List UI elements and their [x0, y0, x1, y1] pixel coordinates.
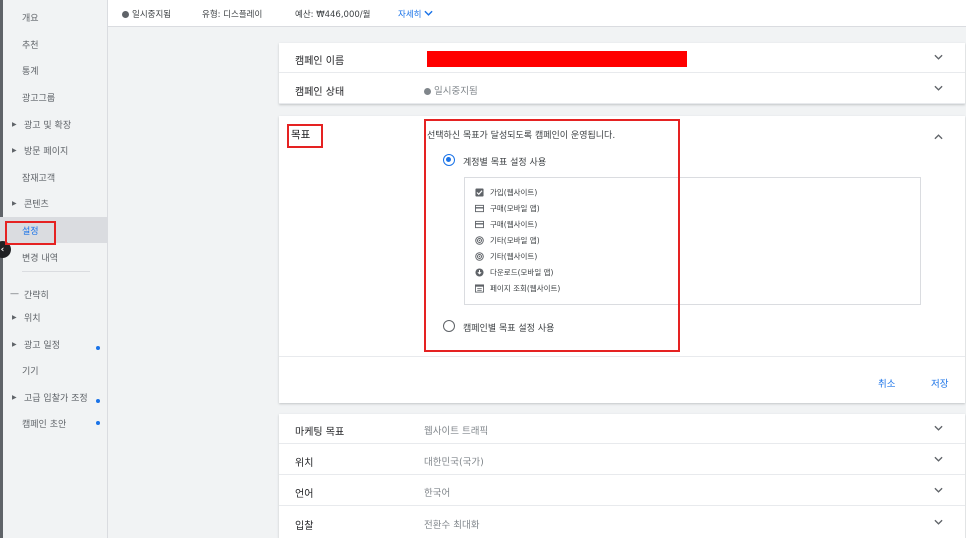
sidebar-item-ads-extensions[interactable]: ▶ 광고 및 확장	[0, 111, 108, 137]
marketing-objective-row[interactable]: 마케팅 목표 웹사이트 트래픽	[279, 414, 965, 444]
setting-value: 한국어	[424, 488, 451, 499]
notification-dot	[96, 399, 100, 403]
pause-icon	[424, 88, 431, 95]
sidebar: 개요 추천 통계 광고그룹 ▶ 광고 및 확장 ▶ 방문 페이지 잠재고객 ▶ 콘텐츠…	[0, 0, 108, 538]
sidebar-item-devices[interactable]: 기기	[0, 357, 108, 383]
sidebar-item-label: 캠페인 초안	[22, 419, 67, 430]
sidebar-item-label: 고급 입찰가 조정	[24, 393, 88, 404]
sidebar-item-label: 기기	[22, 366, 39, 377]
sidebar-item-label: 간략히	[24, 290, 49, 301]
sidebar-item-label: 광고 일정	[24, 340, 60, 351]
highlight-goal-title-box	[287, 124, 323, 148]
campaign-summary-bar: 일시중지됨 유형: 디스플레이 예산: ₩446,000/월 자세히	[108, 0, 966, 27]
language-row[interactable]: 언어 한국어	[279, 476, 965, 506]
campaign-settings-card: 마케팅 목표 웹사이트 트래픽 위치 대한민국(국가) 언어 한국어 입찰 전환…	[279, 414, 965, 538]
caret-right-icon: ▶	[12, 120, 17, 128]
sidebar-item-overview[interactable]: 개요	[0, 4, 108, 30]
sidebar-item-label: 방문 페이지	[24, 146, 69, 157]
save-button[interactable]: 저장	[931, 376, 948, 390]
setting-key: 위치	[295, 458, 314, 469]
campaign-status-key: 캠페인 상태	[295, 87, 345, 98]
sidebar-item-label: 통계	[22, 66, 39, 77]
setting-value: 웹사이트 트래픽	[424, 426, 489, 437]
status-summary: 일시중지됨	[122, 8, 171, 20]
chevron-down-icon	[424, 10, 433, 16]
sidebar-item-label: 광고그룹	[22, 93, 56, 104]
sidebar-item-label: 변경 내역	[22, 253, 58, 264]
caret-right-icon: ▶	[12, 393, 17, 401]
sidebar-item-locations[interactable]: ▶ 위치	[0, 304, 108, 330]
sidebar-item-campaign-drafts[interactable]: 캠페인 초안	[0, 410, 108, 436]
redacted-campaign-name	[427, 51, 687, 67]
sidebar-item-label: 위치	[24, 313, 41, 324]
campaign-name-key: 캠페인 이름	[295, 56, 345, 67]
campaign-status-value: 일시중지됨	[424, 83, 478, 97]
setting-value: 대한민국(국가)	[424, 457, 484, 468]
minus-icon: —	[10, 289, 19, 299]
sidebar-item-label: 개요	[22, 13, 39, 24]
sidebar-item-ad-schedule[interactable]: ▶ 광고 일정	[0, 331, 108, 357]
sidebar-item-label: 잠재고객	[22, 173, 56, 184]
notification-dot	[96, 421, 100, 425]
sidebar-item-change-history[interactable]: 변경 내역	[0, 244, 108, 270]
chevron-up-icon[interactable]	[934, 132, 943, 141]
chevron-down-icon	[934, 85, 943, 91]
sidebar-item-advanced-bid-adjustments[interactable]: ▶ 고급 입찰가 조정	[0, 384, 108, 410]
sidebar-item-recommendations[interactable]: 추천	[0, 31, 108, 57]
chevron-down-icon	[934, 487, 943, 493]
divider	[279, 356, 965, 357]
campaign-status-row[interactable]: 캠페인 상태 일시중지됨	[279, 74, 965, 104]
type-summary: 유형: 디스플레이	[202, 10, 263, 20]
caret-right-icon: ▶	[12, 199, 17, 207]
sidebar-item-content[interactable]: ▶ 콘텐츠	[0, 190, 108, 216]
setting-key: 언어	[295, 489, 314, 500]
sidebar-item-landing-pages[interactable]: ▶ 방문 페이지	[0, 137, 108, 163]
highlight-goal-options-box	[424, 119, 680, 352]
caret-right-icon: ▶	[12, 313, 17, 321]
sidebar-item-label: 추천	[22, 40, 39, 51]
notification-dot	[96, 346, 100, 350]
highlight-settings-box	[5, 221, 56, 245]
sidebar-item-statistics[interactable]: 통계	[0, 57, 108, 83]
budget-summary: 예산: ₩446,000/월	[295, 10, 371, 20]
chevron-down-icon	[934, 425, 943, 431]
location-row[interactable]: 위치 대한민국(국가)	[279, 445, 965, 475]
chevron-down-icon	[934, 54, 943, 60]
setting-value: 전환수 최대화	[424, 520, 480, 531]
setting-key: 입찰	[295, 521, 314, 532]
chevron-down-icon	[934, 519, 943, 525]
sidebar-item-ad-groups[interactable]: 광고그룹	[0, 84, 108, 110]
sidebar-item-label: 광고 및 확장	[24, 120, 72, 131]
bidding-row[interactable]: 입찰 전환수 최대화	[279, 508, 965, 538]
pause-icon	[122, 11, 129, 18]
sidebar-divider	[22, 271, 90, 272]
caret-right-icon: ▶	[12, 340, 17, 348]
setting-key: 마케팅 목표	[295, 427, 345, 438]
sidebar-item-audiences[interactable]: 잠재고객	[0, 164, 108, 190]
cancel-button[interactable]: 취소	[878, 376, 895, 390]
chevron-down-icon	[934, 456, 943, 462]
sidebar-item-label: 콘텐츠	[24, 199, 49, 210]
details-link[interactable]: 자세히	[398, 8, 433, 20]
caret-right-icon: ▶	[12, 146, 17, 154]
